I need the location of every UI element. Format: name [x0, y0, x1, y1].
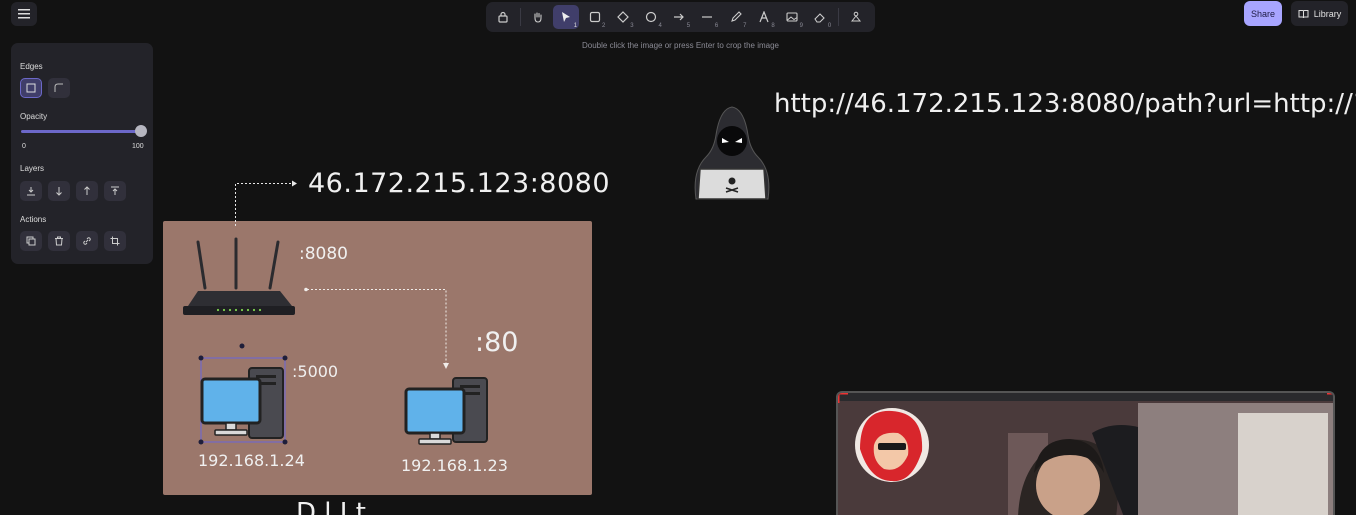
router-image[interactable]	[180, 236, 298, 322]
image-icon	[786, 12, 798, 22]
pc1-image[interactable]	[200, 367, 286, 439]
edges-round-button[interactable]	[48, 78, 70, 98]
bring-to-front-icon	[111, 186, 119, 195]
line-tool[interactable]: 6	[695, 5, 721, 29]
router-port-label[interactable]: :8080	[299, 244, 348, 264]
router-icon	[183, 237, 295, 315]
pc1-ip-label[interactable]: 192.168.1.24	[198, 451, 305, 470]
bring-forward-button[interactable]	[76, 181, 98, 201]
layers-label: Layers	[20, 164, 45, 173]
ellipse-tool[interactable]: 4	[638, 5, 664, 29]
webcam-video	[838, 393, 1333, 515]
edges-sharp-button[interactable]	[20, 78, 42, 98]
opacity-max: 100	[132, 143, 144, 150]
router-to-internet-arrow[interactable]	[230, 176, 302, 228]
port-forward-arrow[interactable]	[300, 284, 452, 372]
arrow-tool[interactable]: 5	[666, 5, 692, 29]
bring-to-front-button[interactable]	[104, 181, 126, 201]
share-button[interactable]: Share	[1244, 1, 1282, 26]
toolbar: 1 2 3 4 5 6 7 8 9 0	[486, 2, 875, 32]
delete-button[interactable]	[48, 231, 70, 251]
opacity-slider-thumb[interactable]	[135, 125, 147, 137]
send-backward-button[interactable]	[48, 181, 70, 201]
public-ip-label[interactable]: 46.172.215.123:8080	[308, 168, 610, 199]
text-icon	[759, 11, 769, 23]
draw-tool[interactable]: 7	[723, 5, 749, 29]
properties-panel: Edges Opacity 0 100 Layers Actions	[11, 43, 153, 264]
draw-icon	[730, 11, 742, 22]
library-button[interactable]: Library	[1291, 1, 1348, 26]
library-icon	[1298, 9, 1309, 18]
shortcut-number: 7	[743, 23, 747, 29]
lock-icon	[498, 11, 508, 23]
shortcut-number: 6	[714, 23, 719, 29]
malicious-url-text[interactable]: http://46.172.215.123:8080/path?url=http…	[774, 89, 1356, 119]
send-to-back-icon	[27, 187, 35, 196]
extra-tools-button[interactable]	[843, 5, 869, 29]
eraser-icon	[814, 13, 826, 23]
crop-button[interactable]	[104, 231, 126, 251]
link-button[interactable]	[76, 231, 98, 251]
arrow-icon	[674, 13, 685, 21]
library-label: Library	[1313, 8, 1342, 19]
selection-tool[interactable]: 1	[553, 5, 580, 29]
partial-bottom-text[interactable]: D l I t	[296, 500, 366, 515]
rectangle-tool[interactable]: 2	[582, 5, 608, 29]
pc2-image[interactable]	[404, 377, 490, 449]
pc1-port-label[interactable]: :5000	[292, 362, 338, 381]
webcam-overlay	[836, 391, 1335, 515]
rectangle-icon	[589, 11, 600, 23]
hooded-avatar-icon	[855, 408, 929, 482]
hacker-icon	[694, 106, 770, 200]
shortcut-number: 0	[827, 23, 832, 29]
shortcut-number: 9	[799, 23, 803, 29]
edges-label: Edges	[20, 62, 43, 71]
arrow-up-icon	[84, 186, 90, 195]
actions-label: Actions	[20, 215, 47, 224]
trash-icon	[55, 236, 63, 246]
main-menu-button[interactable]	[11, 2, 37, 26]
duplicate-icon	[26, 236, 36, 246]
line-icon	[702, 16, 713, 18]
toolbar-hint: Double click the image or press Enter to…	[582, 41, 779, 50]
toolbar-separator	[837, 8, 839, 26]
opacity-min: 0	[22, 143, 26, 150]
diamond-icon	[616, 11, 629, 23]
hand-icon	[534, 12, 542, 23]
extra-tools-icon	[850, 11, 861, 22]
shortcut-number: 5	[686, 23, 691, 29]
link-icon	[83, 237, 91, 245]
shortcut-number: 1	[573, 23, 578, 29]
pc2-port-label[interactable]: :80	[475, 327, 518, 358]
desktop-computer-icon	[404, 377, 488, 445]
selection-icon	[562, 12, 571, 22]
shortcut-number: 4	[658, 23, 662, 29]
pc2-ip-label[interactable]: 192.168.1.23	[401, 456, 508, 475]
lock-tool[interactable]	[490, 5, 516, 29]
opacity-label: Opacity	[20, 112, 48, 121]
diamond-tool[interactable]: 3	[610, 5, 636, 29]
toolbar-separator	[520, 8, 522, 26]
eraser-tool[interactable]: 0	[808, 5, 834, 29]
hacker-image[interactable]	[686, 105, 778, 203]
hand-tool[interactable]	[525, 5, 551, 29]
shortcut-number: 2	[601, 23, 606, 29]
round-edges-icon	[54, 83, 63, 92]
send-to-back-button[interactable]	[20, 181, 42, 201]
hamburger-icon	[18, 9, 30, 19]
text-tool[interactable]: 8	[751, 5, 777, 29]
arrow-down-icon	[56, 187, 62, 196]
ellipse-icon	[645, 11, 657, 23]
duplicate-button[interactable]	[20, 231, 42, 251]
opacity-slider-track[interactable]	[21, 130, 141, 133]
crop-icon	[110, 236, 120, 246]
desktop-computer-icon	[200, 367, 284, 439]
shortcut-number: 8	[771, 23, 775, 29]
shortcut-number: 3	[630, 23, 634, 29]
image-tool[interactable]: 9	[779, 5, 805, 29]
sharp-edges-icon	[26, 83, 36, 93]
